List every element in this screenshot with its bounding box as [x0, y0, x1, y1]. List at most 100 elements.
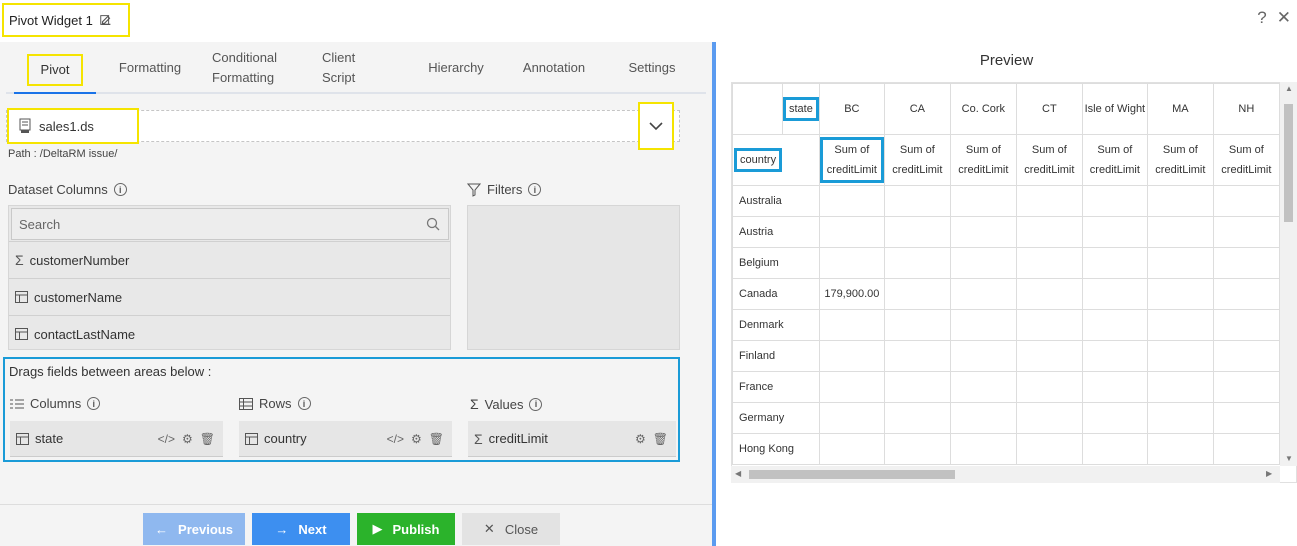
- pivot-measure-header: Sum of creditLimit: [1146, 134, 1214, 186]
- table-row: France: [732, 371, 1280, 403]
- dataset-columns-header: Dataset Columns i: [8, 182, 127, 197]
- footer-actions: ← Previous → Next ▶ Publish ✕ Close: [0, 504, 712, 546]
- gear-icon[interactable]: ⚙: [635, 432, 646, 446]
- code-icon[interactable]: </>: [387, 432, 404, 446]
- table-row: Hong Kong: [732, 433, 1280, 465]
- pivot-row-field-cell: country: [732, 134, 820, 186]
- pivot-cell: [1212, 371, 1280, 403]
- scroll-left-icon[interactable]: ◀: [735, 469, 741, 478]
- scroll-down-icon[interactable]: ▼: [1285, 454, 1293, 463]
- trash-icon[interactable]: 🗑: [653, 432, 668, 446]
- pivot-measure-header: Sum of creditLimit: [883, 134, 951, 186]
- tab-bar: Pivot Formatting Conditional Formatting …: [6, 42, 706, 94]
- pivot-row-header: Germany: [732, 402, 820, 434]
- pivot-row-header: Austria: [732, 216, 820, 248]
- tab-conditional-formatting[interactable]: Conditional Formatting: [206, 48, 290, 88]
- pivot-measure-header: Sum of creditLimit: [1212, 134, 1280, 186]
- chevron-down-icon[interactable]: [638, 102, 674, 150]
- info-icon[interactable]: i: [529, 397, 543, 411]
- drag-areas: Drags fields between areas below : Colum…: [3, 357, 680, 462]
- pivot-cell: [1081, 216, 1148, 248]
- previous-button[interactable]: ← Previous: [143, 513, 245, 545]
- pivot-cell: [1146, 433, 1214, 465]
- pivot-col-header: BC: [818, 83, 885, 135]
- pivot-cell: 179,900.00: [818, 278, 885, 310]
- pivot-cell: [949, 340, 1017, 372]
- pivot-cell: [949, 371, 1017, 403]
- tab-pivot[interactable]: Pivot: [14, 48, 96, 94]
- pivot-cell: [1146, 247, 1214, 279]
- pivot-row-header: Australia: [732, 185, 820, 217]
- info-icon[interactable]: i: [87, 397, 101, 410]
- trash-icon[interactable]: 🗑: [429, 432, 444, 446]
- pivot-col-header: CT: [1015, 83, 1083, 135]
- pivot-cell: [883, 185, 951, 217]
- pivot-cell: [1146, 278, 1214, 310]
- pivot-cell: [1212, 433, 1280, 465]
- tab-client-script[interactable]: Client Script: [316, 48, 376, 88]
- next-button[interactable]: → Next: [252, 513, 350, 545]
- column-item-customername[interactable]: customerName: [9, 278, 450, 315]
- pivot-measure-header: Sum of creditLimit: [1081, 134, 1148, 186]
- info-icon[interactable]: i: [113, 183, 127, 196]
- dataset-selector[interactable]: sales1.ds: [6, 102, 680, 150]
- tab-settings[interactable]: Settings: [618, 48, 686, 88]
- preview-title: Preview: [979, 52, 1034, 69]
- pivot-cell: [1081, 340, 1148, 372]
- tab-formatting[interactable]: Formatting: [106, 48, 194, 88]
- info-icon[interactable]: i: [528, 183, 542, 196]
- pivot-row-header: Finland: [732, 340, 820, 372]
- column-field-state[interactable]: state </> ⚙ 🗑: [10, 421, 223, 457]
- pivot-cell: [1146, 402, 1214, 434]
- scroll-right-icon[interactable]: ▶: [1266, 469, 1272, 478]
- info-icon[interactable]: i: [297, 397, 311, 410]
- columns-area-header: Columns i: [10, 396, 101, 411]
- pivot-cell: [883, 309, 951, 341]
- dataset-name: sales1.ds: [39, 118, 94, 134]
- arrow-left-icon: ←: [155, 521, 169, 537]
- pivot-row-header: Canada: [732, 278, 820, 310]
- search-input[interactable]: Search: [11, 208, 449, 240]
- close-button[interactable]: ✕ Close: [462, 513, 560, 545]
- search-placeholder: Search: [19, 216, 61, 232]
- table-row: Germany: [732, 402, 1280, 434]
- pivot-grid: state BC CA Co. Cork CT Isle of Wight MA NH co…: [731, 82, 1297, 483]
- vertical-scroll-thumb[interactable]: [1284, 104, 1293, 222]
- pivot-cell: [949, 247, 1017, 279]
- pivot-row-field[interactable]: country: [734, 148, 783, 172]
- value-field-creditlimit[interactable]: Σ creditLimit ⚙ 🗑: [468, 421, 676, 457]
- tab-hierarchy[interactable]: Hierarchy: [418, 48, 494, 88]
- publish-button[interactable]: ▶ Publish: [357, 513, 455, 545]
- pivot-row-header: Denmark: [732, 309, 820, 341]
- trash-icon[interactable]: 🗑: [200, 432, 215, 446]
- pivot-cell: [818, 309, 885, 341]
- pivot-cell: [1212, 402, 1280, 434]
- column-item-customernumber[interactable]: Σ customerNumber: [9, 241, 450, 278]
- close-icon[interactable]: ✕: [1277, 8, 1291, 28]
- pivot-cell: [1081, 247, 1148, 279]
- gear-icon[interactable]: ⚙: [411, 432, 422, 446]
- rows-area-header: Rows i: [239, 396, 311, 411]
- filters-drop-area[interactable]: [467, 205, 680, 350]
- vertical-scrollbar[interactable]: ▲ ▼: [1280, 82, 1297, 466]
- play-icon: ▶: [372, 521, 383, 536]
- help-icon[interactable]: ?: [1257, 8, 1266, 28]
- pivot-measure-header: Sum of creditLimit: [1015, 134, 1083, 186]
- pivot-cell: [818, 247, 885, 279]
- pivot-col-field[interactable]: state: [783, 97, 819, 121]
- widget-title: Pivot Widget 1: [9, 12, 93, 28]
- column-item-contactlastname[interactable]: contactLastName: [9, 315, 450, 352]
- columns-icon: [10, 399, 24, 408]
- pivot-cell: [949, 309, 1017, 341]
- horizontal-scrollbar[interactable]: ◀ ▶: [731, 466, 1280, 483]
- pivot-cell: [1146, 309, 1214, 341]
- gear-icon[interactable]: ⚙: [182, 432, 193, 446]
- tab-annotation[interactable]: Annotation: [512, 48, 596, 88]
- dataset-name-box: sales1.ds: [7, 108, 139, 144]
- row-field-country[interactable]: country </> ⚙ 🗑: [239, 421, 452, 457]
- scroll-up-icon[interactable]: ▲: [1285, 84, 1293, 93]
- edit-icon[interactable]: [99, 13, 113, 27]
- horizontal-scroll-thumb[interactable]: [749, 470, 955, 479]
- table-row: Australia: [732, 185, 1280, 217]
- code-icon[interactable]: </>: [158, 432, 175, 446]
